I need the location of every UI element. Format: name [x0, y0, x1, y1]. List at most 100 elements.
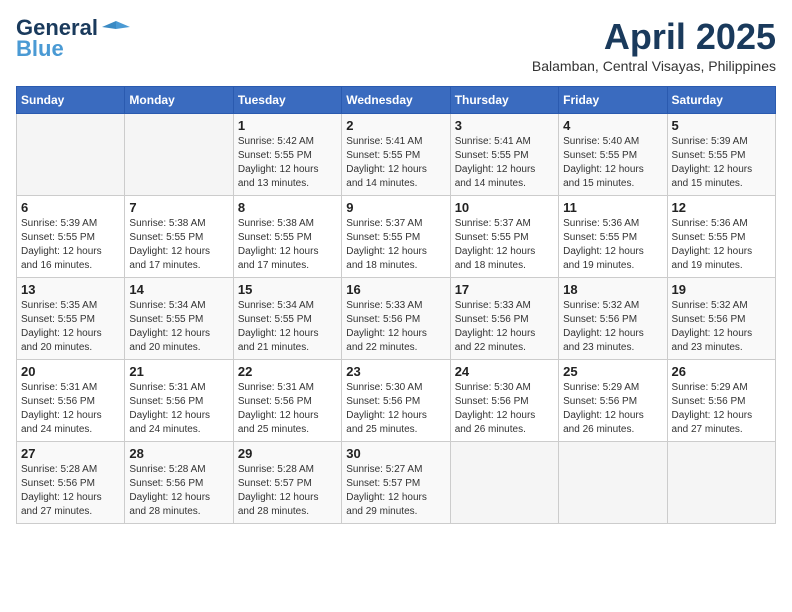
calendar-week-1: 1Sunrise: 5:42 AM Sunset: 5:55 PM Daylig…: [17, 114, 776, 196]
calendar-cell: 11Sunrise: 5:36 AM Sunset: 5:55 PM Dayli…: [559, 196, 667, 278]
calendar-cell: 30 Sunrise: 5:27 AM Sunset: 5:57 PM Dayli…: [342, 442, 450, 524]
day-number: 10: [455, 200, 554, 215]
day-number: 9: [346, 200, 445, 215]
day-number: 3: [455, 118, 554, 133]
day-number: 24: [455, 364, 554, 379]
day-number: 7: [129, 200, 228, 215]
day-info: Sunrise: 5:40 AM Sunset: 5:55 PM Dayligh…: [563, 135, 662, 191]
calendar-cell: [17, 114, 125, 196]
calendar-cell: 4 Sunrise: 5:40 AM Sunset: 5:55 PM Daylig…: [559, 114, 667, 196]
calendar-cell: 14 Sunrise: 5:34 AM Sunset: 5:55 PM Dayli…: [125, 278, 233, 360]
weekday-header-tuesday: Tuesday: [233, 87, 341, 114]
calendar-cell: 22Sunrise: 5:31 AM Sunset: 5:56 PM Dayli…: [233, 360, 341, 442]
day-info: Sunrise: 5:29 AM Sunset: 5:56 PM Dayligh…: [563, 381, 662, 437]
month-title: April 2025: [532, 16, 776, 58]
calendar-cell: 23Sunrise: 5:30 AM Sunset: 5:56 PM Dayli…: [342, 360, 450, 442]
calendar-cell: 20 Sunrise: 5:31 AM Sunset: 5:56 PM Dayli…: [17, 360, 125, 442]
calendar-cell: 29Sunrise: 5:28 AM Sunset: 5:57 PM Dayli…: [233, 442, 341, 524]
day-info: Sunrise: 5:29 AM Sunset: 5:56 PM Dayligh…: [672, 381, 771, 437]
calendar-week-5: 27 Sunrise: 5:28 AM Sunset: 5:56 PM Dayli…: [17, 442, 776, 524]
logo: General Blue: [16, 16, 130, 62]
day-number: 17: [455, 282, 554, 297]
calendar-cell: 26 Sunrise: 5:29 AM Sunset: 5:56 PM Dayli…: [667, 360, 775, 442]
day-number: 25: [563, 364, 662, 379]
weekday-header-thursday: Thursday: [450, 87, 558, 114]
calendar-cell: 28Sunrise: 5:28 AM Sunset: 5:56 PM Dayli…: [125, 442, 233, 524]
day-number: 18: [563, 282, 662, 297]
day-number: 4: [563, 118, 662, 133]
day-number: 13: [21, 282, 120, 297]
day-number: 5: [672, 118, 771, 133]
day-number: 6: [21, 200, 120, 215]
day-number: 2: [346, 118, 445, 133]
location-subtitle: Balamban, Central Visayas, Philippines: [532, 58, 776, 74]
day-info: Sunrise: 5:41 AM Sunset: 5:55 PM Dayligh…: [455, 135, 554, 191]
calendar-cell: 10 Sunrise: 5:37 AM Sunset: 5:55 PM Dayli…: [450, 196, 558, 278]
calendar-cell: 8Sunrise: 5:38 AM Sunset: 5:55 PM Daylig…: [233, 196, 341, 278]
day-info: Sunrise: 5:39 AM Sunset: 5:55 PM Dayligh…: [672, 135, 771, 191]
day-number: 30: [346, 446, 445, 461]
title-area: April 2025 Balamban, Central Visayas, Ph…: [532, 16, 776, 74]
day-number: 12: [672, 200, 771, 215]
day-number: 19: [672, 282, 771, 297]
calendar-cell: 13 Sunrise: 5:35 AM Sunset: 5:55 PM Dayli…: [17, 278, 125, 360]
day-info: Sunrise: 5:33 AM Sunset: 5:56 PM Dayligh…: [455, 299, 554, 355]
day-info: Sunrise: 5:32 AM Sunset: 5:56 PM Dayligh…: [563, 299, 662, 355]
weekday-header-wednesday: Wednesday: [342, 87, 450, 114]
weekday-header-sunday: Sunday: [17, 87, 125, 114]
calendar-week-2: 6 Sunrise: 5:39 AM Sunset: 5:55 PM Daylig…: [17, 196, 776, 278]
day-info: Sunrise: 5:33 AM Sunset: 5:56 PM Dayligh…: [346, 299, 445, 355]
calendar-cell: 24Sunrise: 5:30 AM Sunset: 5:56 PM Dayli…: [450, 360, 558, 442]
day-number: 26: [672, 364, 771, 379]
day-number: 23: [346, 364, 445, 379]
calendar-cell: 17 Sunrise: 5:33 AM Sunset: 5:56 PM Dayli…: [450, 278, 558, 360]
calendar-cell: 9Sunrise: 5:37 AM Sunset: 5:55 PM Daylig…: [342, 196, 450, 278]
day-info: Sunrise: 5:42 AM Sunset: 5:55 PM Dayligh…: [238, 135, 337, 191]
day-info: Sunrise: 5:27 AM Sunset: 5:57 PM Dayligh…: [346, 463, 445, 519]
header: General Blue April 2025 Balamban, Centra…: [16, 16, 776, 74]
calendar-week-3: 13 Sunrise: 5:35 AM Sunset: 5:55 PM Dayli…: [17, 278, 776, 360]
calendar-cell: 1Sunrise: 5:42 AM Sunset: 5:55 PM Daylig…: [233, 114, 341, 196]
day-info: Sunrise: 5:31 AM Sunset: 5:56 PM Dayligh…: [21, 381, 120, 437]
day-info: Sunrise: 5:41 AM Sunset: 5:55 PM Dayligh…: [346, 135, 445, 191]
day-info: Sunrise: 5:35 AM Sunset: 5:55 PM Dayligh…: [21, 299, 120, 355]
day-info: Sunrise: 5:37 AM Sunset: 5:55 PM Dayligh…: [455, 217, 554, 273]
calendar-cell: 16 Sunrise: 5:33 AM Sunset: 5:56 PM Dayli…: [342, 278, 450, 360]
day-info: Sunrise: 5:34 AM Sunset: 5:55 PM Dayligh…: [129, 299, 228, 355]
calendar-cell: 15 Sunrise: 5:34 AM Sunset: 5:55 PM Dayli…: [233, 278, 341, 360]
calendar-cell: 5 Sunrise: 5:39 AM Sunset: 5:55 PM Daylig…: [667, 114, 775, 196]
calendar-cell: 6 Sunrise: 5:39 AM Sunset: 5:55 PM Daylig…: [17, 196, 125, 278]
logo-bird-icon: [102, 17, 130, 39]
calendar-cell: 27 Sunrise: 5:28 AM Sunset: 5:56 PM Dayli…: [17, 442, 125, 524]
day-info: Sunrise: 5:36 AM Sunset: 5:55 PM Dayligh…: [672, 217, 771, 273]
calendar-cell: 21Sunrise: 5:31 AM Sunset: 5:56 PM Dayli…: [125, 360, 233, 442]
day-number: 8: [238, 200, 337, 215]
calendar-cell: 25 Sunrise: 5:29 AM Sunset: 5:56 PM Dayli…: [559, 360, 667, 442]
day-number: 15: [238, 282, 337, 297]
day-number: 21: [129, 364, 228, 379]
calendar-cell: 18 Sunrise: 5:32 AM Sunset: 5:56 PM Dayli…: [559, 278, 667, 360]
calendar-table: SundayMondayTuesdayWednesdayThursdayFrid…: [16, 86, 776, 524]
day-info: Sunrise: 5:31 AM Sunset: 5:56 PM Dayligh…: [238, 381, 337, 437]
day-number: 20: [21, 364, 120, 379]
calendar-cell: [125, 114, 233, 196]
day-number: 16: [346, 282, 445, 297]
calendar-cell: 19Sunrise: 5:32 AM Sunset: 5:56 PM Dayli…: [667, 278, 775, 360]
day-number: 28: [129, 446, 228, 461]
day-info: Sunrise: 5:34 AM Sunset: 5:55 PM Dayligh…: [238, 299, 337, 355]
day-info: Sunrise: 5:28 AM Sunset: 5:56 PM Dayligh…: [21, 463, 120, 519]
calendar-header-row: SundayMondayTuesdayWednesdayThursdayFrid…: [17, 87, 776, 114]
calendar-cell: 12 Sunrise: 5:36 AM Sunset: 5:55 PM Dayli…: [667, 196, 775, 278]
weekday-header-monday: Monday: [125, 87, 233, 114]
calendar-cell: 3 Sunrise: 5:41 AM Sunset: 5:55 PM Daylig…: [450, 114, 558, 196]
day-info: Sunrise: 5:39 AM Sunset: 5:55 PM Dayligh…: [21, 217, 120, 273]
calendar-cell: 7Sunrise: 5:38 AM Sunset: 5:55 PM Daylig…: [125, 196, 233, 278]
calendar-cell: [559, 442, 667, 524]
day-number: 11: [563, 200, 662, 215]
day-number: 27: [21, 446, 120, 461]
calendar-cell: [667, 442, 775, 524]
weekday-header-friday: Friday: [559, 87, 667, 114]
calendar-week-4: 20 Sunrise: 5:31 AM Sunset: 5:56 PM Dayli…: [17, 360, 776, 442]
day-info: Sunrise: 5:28 AM Sunset: 5:57 PM Dayligh…: [238, 463, 337, 519]
day-number: 14: [129, 282, 228, 297]
